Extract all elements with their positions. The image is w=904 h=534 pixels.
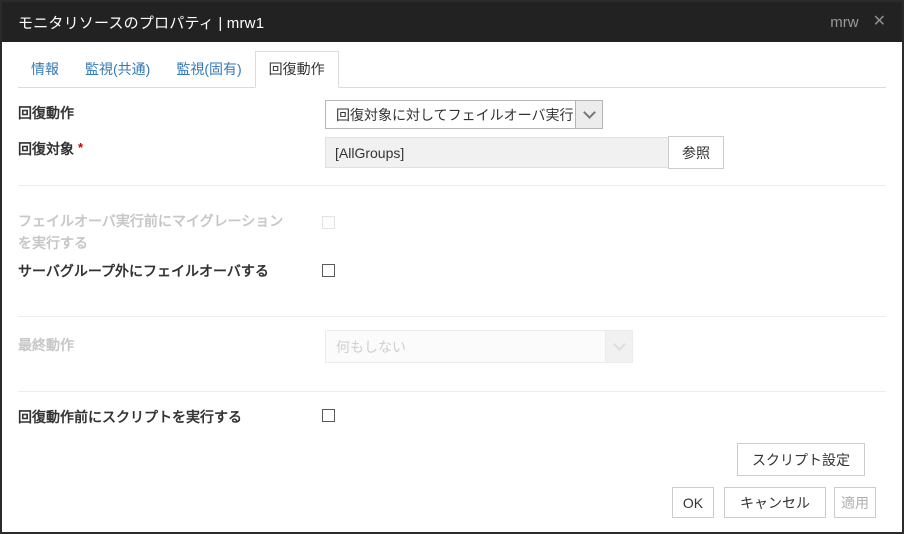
monitor-resource-properties-dialog: モニタリソースのプロパティ | mrw1 mrw ✕ 情報 監視(共通) 監視(… [0, 0, 904, 534]
recovery-action-label: 回復動作 [18, 105, 74, 121]
tab-monitor-special[interactable]: 監視(固有) [163, 52, 254, 87]
ok-button[interactable]: OK [672, 487, 714, 518]
section-divider [18, 316, 886, 317]
final-action-select: 何もしない [325, 330, 633, 363]
browse-button[interactable]: 参照 [668, 136, 724, 169]
recovery-target-label: 回復対象 * [18, 138, 83, 161]
script-settings-button[interactable]: スクリプト設定 [737, 443, 865, 476]
migration-before-failover-checkbox [322, 216, 335, 229]
section-divider [18, 185, 886, 186]
recovery-action-select[interactable]: 回復対象に対してフェイルオーバ実行 [325, 100, 603, 129]
failover-outside-server-group-label: サーバグループ外にフェイルオーバする [18, 263, 269, 279]
final-action-selected-value: 何もしない [336, 338, 406, 355]
recovery-action-selected-value: 回復対象に対してフェイルオーバ実行 [336, 106, 574, 123]
close-icon[interactable]: ✕ [873, 14, 886, 30]
tab-info[interactable]: 情報 [18, 52, 72, 87]
apply-button: 適用 [834, 487, 876, 518]
script-before-recovery-checkbox[interactable] [322, 409, 335, 422]
migration-before-failover-label: フェイルオーバ実行前にマイグレーションを実行する [18, 213, 284, 251]
chevron-down-icon [605, 331, 632, 362]
failover-outside-server-group-checkbox[interactable] [322, 264, 335, 277]
recovery-target-field: [AllGroups] [325, 137, 669, 168]
window-badge: mrw [830, 13, 859, 31]
chevron-down-icon [575, 101, 602, 128]
tab-monitor-common[interactable]: 監視(共通) [72, 52, 163, 87]
script-before-recovery-label: 回復動作前にスクリプトを実行する [18, 409, 242, 425]
tab-bar: 情報 監視(共通) 監視(固有) 回復動作 [18, 51, 886, 88]
page-title: モニタリソースのプロパティ | mrw1 [18, 14, 265, 32]
tab-recovery-action[interactable]: 回復動作 [254, 51, 339, 88]
cancel-button[interactable]: キャンセル [724, 487, 826, 518]
final-action-label: 最終動作 [18, 337, 74, 353]
dialog-title-bar: モニタリソースのプロパティ | mrw1 mrw ✕ [2, 2, 902, 42]
recovery-target-label-text: 回復対象 [18, 141, 74, 157]
section-divider [18, 391, 886, 392]
required-asterisk: * [78, 140, 84, 155]
title-bar-right: mrw ✕ [830, 14, 886, 31]
